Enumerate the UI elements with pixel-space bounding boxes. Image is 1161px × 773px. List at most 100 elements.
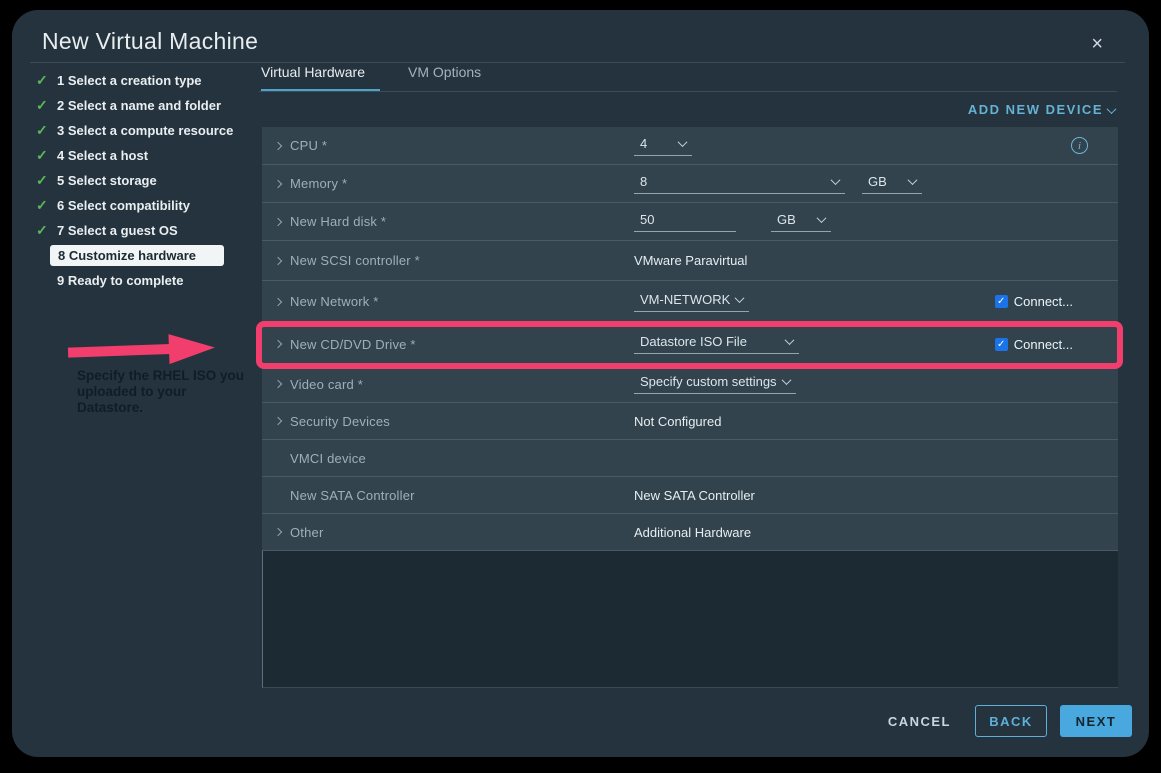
add-new-device-button[interactable]: ADD NEW DEVICE <box>968 102 1115 117</box>
cd-dvd-media-select[interactable]: Datastore ISO File <box>634 334 799 354</box>
step-select-name-folder[interactable]: ✓ 2 Select a name and folder <box>36 93 258 118</box>
tab-bar: Virtual Hardware VM Options <box>261 64 481 92</box>
step-select-guest-os[interactable]: ✓ 7 Select a guest OS <box>36 218 258 243</box>
row-new-network: New Network * VM-NETWORK ✓ Connect... <box>262 281 1118 323</box>
row-new-sata-controller: New SATA Controller New SATA Controller <box>262 477 1118 514</box>
connect-label: Connect... <box>1014 337 1073 352</box>
step-label: 5 Select storage <box>57 173 157 188</box>
row-label: CPU * <box>290 138 327 153</box>
row-label: New Hard disk * <box>290 214 386 229</box>
step-label: 1 Select a creation type <box>57 73 202 88</box>
new-vm-dialog: New Virtual Machine × ✓ 1 Select a creat… <box>12 10 1149 757</box>
disk-unit-value: GB <box>777 212 796 227</box>
row-label: Memory * <box>290 176 347 191</box>
cd-dvd-media-value: Datastore ISO File <box>640 334 747 349</box>
cpu-count-select[interactable]: 4 <box>634 136 692 156</box>
dialog-title: New Virtual Machine <box>42 28 258 55</box>
row-label: New CD/DVD Drive * <box>290 337 416 352</box>
check-icon: ✓ <box>36 122 57 139</box>
add-new-device-label: ADD NEW DEVICE <box>968 102 1103 117</box>
checkbox-checked-icon[interactable]: ✓ <box>995 295 1008 308</box>
chevron-right-icon[interactable] <box>275 143 290 149</box>
row-label: Other <box>290 525 324 540</box>
row-memory: Memory * 8 GB <box>262 165 1118 203</box>
chevron-right-icon[interactable] <box>275 181 290 187</box>
tab-virtual-hardware[interactable]: Virtual Hardware <box>261 64 380 92</box>
step-label: 2 Select a name and folder <box>57 98 221 113</box>
title-divider <box>30 62 1125 63</box>
info-icon[interactable]: i <box>1071 137 1088 154</box>
check-icon: ✓ <box>36 72 57 89</box>
checkbox-checked-icon[interactable]: ✓ <box>995 338 1008 351</box>
network-connect-checkbox-group: ✓ Connect... <box>995 294 1073 309</box>
row-new-cd-dvd-drive: New CD/DVD Drive * Datastore ISO File ✓ … <box>262 323 1118 366</box>
close-icon[interactable]: × <box>1091 34 1103 54</box>
step-label: 3 Select a compute resource <box>57 123 233 138</box>
annotation-note: Specify the RHEL ISO you uploaded to you… <box>77 368 249 416</box>
annotation-arrow-icon <box>66 329 219 370</box>
chevron-right-icon[interactable] <box>275 418 290 424</box>
row-label: New SCSI controller * <box>290 253 420 268</box>
memory-unit-value: GB <box>868 174 887 189</box>
wizard-steps: ✓ 1 Select a creation type ✓ 2 Select a … <box>36 68 258 293</box>
active-step-pill: 8 Customize hardware <box>50 245 224 266</box>
back-button[interactable]: BACK <box>975 705 1047 737</box>
cancel-button[interactable]: CANCEL <box>888 714 951 729</box>
row-video-card: Video card * Specify custom settings <box>262 366 1118 403</box>
step-ready-to-complete[interactable]: 9 Ready to complete <box>36 268 258 293</box>
check-icon: ✓ <box>36 147 57 164</box>
step-customize-hardware-active[interactable]: 8 Customize hardware <box>50 243 258 268</box>
next-button[interactable]: NEXT <box>1060 705 1132 737</box>
row-cpu: CPU * 4 i <box>262 127 1118 165</box>
chevron-right-icon[interactable] <box>275 219 290 225</box>
device-list-empty-area <box>262 551 1118 688</box>
row-label: Security Devices <box>290 414 390 429</box>
connect-label: Connect... <box>1014 294 1073 309</box>
check-icon: ✓ <box>36 97 57 114</box>
memory-size-combobox[interactable]: 8 <box>634 174 845 194</box>
dialog-footer: CANCEL BACK NEXT <box>888 705 1132 737</box>
chevron-down-icon <box>782 375 792 385</box>
network-select[interactable]: VM-NETWORK <box>634 292 749 312</box>
check-icon: ✓ <box>36 222 57 239</box>
hardware-table: CPU * 4 i Memory * 8 GB New Hard <box>262 127 1118 688</box>
chevron-down-icon <box>678 137 688 147</box>
cd-dvd-connect-checkbox-group: ✓ Connect... <box>995 337 1073 352</box>
chevron-down-icon <box>1107 104 1117 114</box>
scsi-controller-value: VMware Paravirtual <box>634 253 747 268</box>
memory-unit-select[interactable]: GB <box>862 174 922 194</box>
tab-divider <box>259 91 1117 92</box>
row-label: Video card * <box>290 377 363 392</box>
chevron-right-icon[interactable] <box>275 258 290 264</box>
chevron-down-icon <box>908 175 918 185</box>
tab-vm-options[interactable]: VM Options <box>408 64 481 92</box>
step-select-compute-resource[interactable]: ✓ 3 Select a compute resource <box>36 118 258 143</box>
row-label: VMCI device <box>290 451 366 466</box>
step-select-compatibility[interactable]: ✓ 6 Select compatibility <box>36 193 258 218</box>
security-devices-value: Not Configured <box>634 414 721 429</box>
chevron-down-icon <box>735 293 745 303</box>
chevron-right-icon[interactable] <box>275 299 290 305</box>
chevron-right-icon[interactable] <box>275 381 290 387</box>
check-icon: ✓ <box>36 197 57 214</box>
chevron-right-icon[interactable] <box>275 529 290 535</box>
chevron-right-icon[interactable] <box>275 341 290 347</box>
cpu-count-value: 4 <box>640 136 647 151</box>
step-label: 7 Select a guest OS <box>57 223 178 238</box>
memory-size-value: 8 <box>640 174 647 189</box>
step-select-host[interactable]: ✓ 4 Select a host <box>36 143 258 168</box>
other-value: Additional Hardware <box>634 525 751 540</box>
step-select-creation-type[interactable]: ✓ 1 Select a creation type <box>36 68 258 93</box>
disk-unit-select[interactable]: GB <box>771 212 831 232</box>
disk-size-input[interactable]: 50 <box>634 212 736 232</box>
step-select-storage[interactable]: ✓ 5 Select storage <box>36 168 258 193</box>
step-label: 9 Ready to complete <box>57 273 183 288</box>
row-new-hard-disk: New Hard disk * 50 GB <box>262 203 1118 241</box>
chevron-down-icon <box>831 175 841 185</box>
row-security-devices: Security Devices Not Configured <box>262 403 1118 440</box>
row-label: New Network * <box>290 294 379 309</box>
video-card-select[interactable]: Specify custom settings <box>634 374 796 394</box>
chevron-down-icon <box>817 213 827 223</box>
chevron-down-icon <box>785 335 795 345</box>
sata-controller-value: New SATA Controller <box>634 488 755 503</box>
